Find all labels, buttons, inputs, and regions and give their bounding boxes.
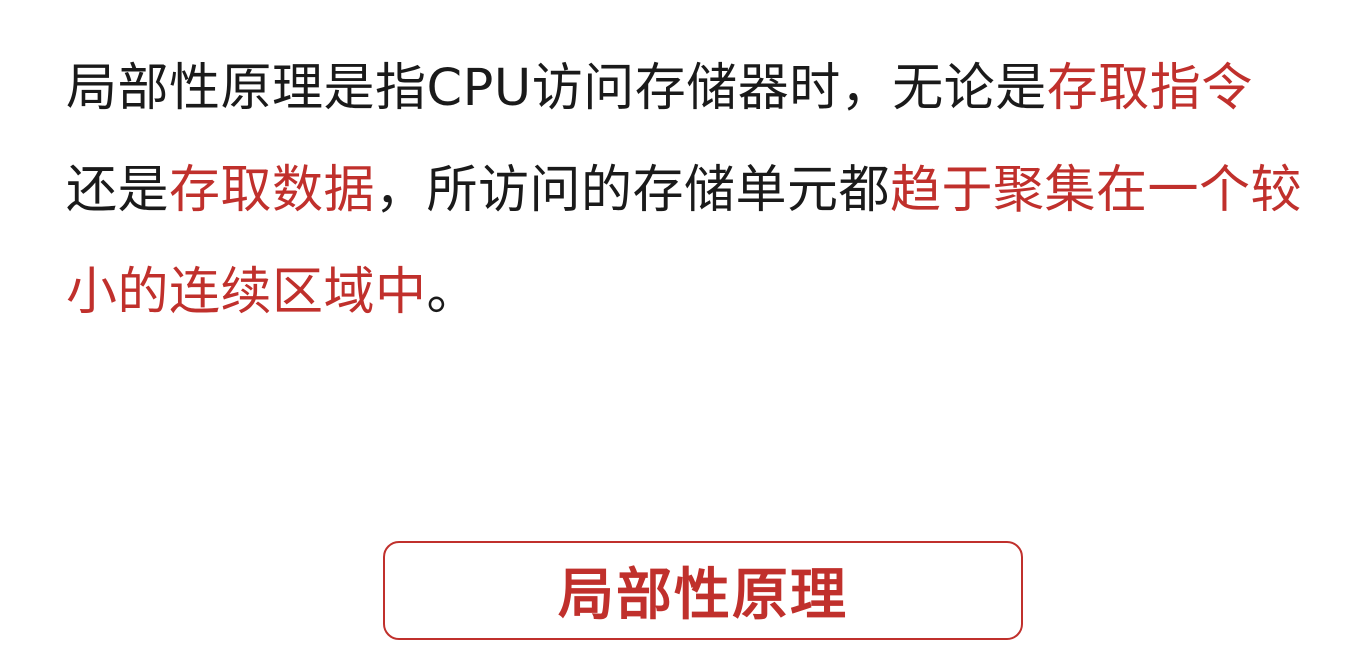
definition-segment: 还是 — [66, 161, 170, 220]
highlight-access-instructions: 存取指令 — [1046, 59, 1253, 118]
definition-period: 。 — [426, 263, 479, 322]
highlight-access-data: 存取数据 — [169, 161, 376, 220]
definition-segment: 局部性原理是指CPU访问存储器时，无论是 — [66, 59, 1047, 118]
definition-text: 局部性原理是指CPU访问存储器时，无论是存取指令还是存取数据，所访问的存储单元都… — [66, 38, 1326, 344]
definition-segment: ，所访问的存储单元都 — [375, 161, 891, 220]
locality-principle-label: 局部性原理 — [558, 563, 848, 628]
locality-principle-button[interactable]: 局部性原理 — [383, 541, 1023, 640]
